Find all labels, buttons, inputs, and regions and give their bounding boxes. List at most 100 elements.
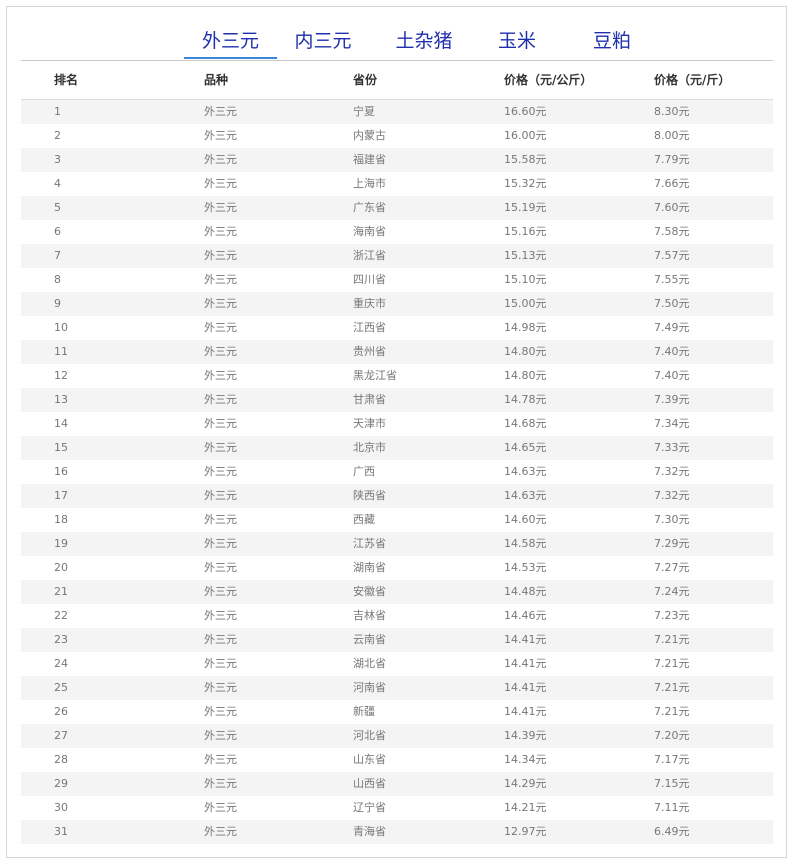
breed-cell: 外三元 xyxy=(204,105,237,118)
price-per-jin-cell: 7.20元 xyxy=(654,729,690,742)
province-cell: 天津市 xyxy=(353,417,386,430)
rank-cell: 23 xyxy=(54,633,68,646)
price-per-jin-cell: 7.23元 xyxy=(654,609,690,622)
table-row: 27 外三元 河北省 14.39元 7.20元 xyxy=(21,724,773,748)
header-province: 省份 xyxy=(353,73,378,87)
header-price-per-jin: 价格（元/斤） xyxy=(654,73,731,87)
table-row: 2 外三元 内蒙古 16.00元 8.00元 xyxy=(21,124,773,148)
tab-tu-za-zhu[interactable]: 土杂猪 xyxy=(379,26,469,59)
price-per-jin-cell: 7.24元 xyxy=(654,585,690,598)
province-cell: 山西省 xyxy=(353,777,386,790)
price-per-jin-cell: 7.21元 xyxy=(654,633,690,646)
table-row: 25 外三元 河南省 14.41元 7.21元 xyxy=(21,676,773,700)
breed-cell: 外三元 xyxy=(204,705,237,718)
price-per-jin-cell: 8.00元 xyxy=(654,129,690,142)
rank-cell: 11 xyxy=(54,345,68,358)
price-per-jin-cell: 7.29元 xyxy=(654,537,690,550)
rank-cell: 13 xyxy=(54,393,68,406)
price-per-jin-cell: 7.34元 xyxy=(654,417,690,430)
table-row: 10 外三元 江西省 14.98元 7.49元 xyxy=(21,316,773,340)
rank-cell: 5 xyxy=(54,201,61,214)
price-per-jin-cell: 7.32元 xyxy=(654,489,690,502)
province-cell: 新疆 xyxy=(353,705,375,718)
province-cell: 广东省 xyxy=(353,201,386,214)
price-per-jin-cell: 7.32元 xyxy=(654,465,690,478)
price-per-kg-cell: 14.58元 xyxy=(504,537,547,550)
tab-wai-san-yuan[interactable]: 外三元 xyxy=(184,26,277,59)
tab-dou-po[interactable]: 豆粕 xyxy=(569,26,655,59)
rank-cell: 14 xyxy=(54,417,68,430)
rank-cell: 17 xyxy=(54,489,68,502)
price-per-kg-cell: 14.65元 xyxy=(504,441,547,454)
price-per-kg-cell: 15.32元 xyxy=(504,177,547,190)
rank-cell: 30 xyxy=(54,801,68,814)
province-cell: 山东省 xyxy=(353,753,386,766)
province-cell: 吉林省 xyxy=(353,609,386,622)
header-price-per-kg: 价格（元/公斤） xyxy=(504,73,593,87)
breed-cell: 外三元 xyxy=(204,681,237,694)
breed-cell: 外三元 xyxy=(204,513,237,526)
province-cell: 贵州省 xyxy=(353,345,386,358)
price-per-kg-cell: 14.53元 xyxy=(504,561,547,574)
price-per-jin-cell: 7.15元 xyxy=(654,777,690,790)
province-cell: 内蒙古 xyxy=(353,129,386,142)
price-per-kg-cell: 15.10元 xyxy=(504,273,547,286)
table-row: 1 外三元 宁夏 16.60元 8.30元 xyxy=(21,100,773,124)
rank-cell: 18 xyxy=(54,513,68,526)
table-row: 31 外三元 青海省 12.97元 6.49元 xyxy=(21,820,773,844)
price-per-kg-cell: 15.58元 xyxy=(504,153,547,166)
province-cell: 江西省 xyxy=(353,321,386,334)
price-per-kg-cell: 12.97元 xyxy=(504,825,547,838)
rank-cell: 26 xyxy=(54,705,68,718)
rank-cell: 28 xyxy=(54,753,68,766)
province-cell: 四川省 xyxy=(353,273,386,286)
province-cell: 重庆市 xyxy=(353,297,386,310)
price-per-kg-cell: 14.46元 xyxy=(504,609,547,622)
table-row: 20 外三元 湖南省 14.53元 7.27元 xyxy=(21,556,773,580)
breed-cell: 外三元 xyxy=(204,561,237,574)
breed-cell: 外三元 xyxy=(204,729,237,742)
price-per-kg-cell: 14.80元 xyxy=(504,369,547,382)
table-row: 15 外三元 北京市 14.65元 7.33元 xyxy=(21,436,773,460)
province-cell: 黑龙江省 xyxy=(353,369,397,382)
province-cell: 甘肃省 xyxy=(353,393,386,406)
rank-cell: 4 xyxy=(54,177,61,190)
price-per-jin-cell: 7.57元 xyxy=(654,249,690,262)
province-cell: 广西 xyxy=(353,465,375,478)
table-row: 28 外三元 山东省 14.34元 7.17元 xyxy=(21,748,773,772)
tab-yu-mi[interactable]: 玉米 xyxy=(477,26,557,59)
province-cell: 陕西省 xyxy=(353,489,386,502)
breed-cell: 外三元 xyxy=(204,777,237,790)
table-row: 30 外三元 辽宁省 14.21元 7.11元 xyxy=(21,796,773,820)
breed-cell: 外三元 xyxy=(204,489,237,502)
table-row: 18 外三元 西藏 14.60元 7.30元 xyxy=(21,508,773,532)
province-cell: 宁夏 xyxy=(353,105,375,118)
price-per-jin-cell: 7.39元 xyxy=(654,393,690,406)
table-row: 5 外三元 广东省 15.19元 7.60元 xyxy=(21,196,773,220)
table-row: 22 外三元 吉林省 14.46元 7.23元 xyxy=(21,604,773,628)
price-ranking-panel: 外三元 内三元 土杂猪 玉米 豆粕 排名 品种 省份 价格（元/公斤） 价格（元… xyxy=(6,6,787,858)
price-per-kg-cell: 14.63元 xyxy=(504,465,547,478)
price-per-jin-cell: 7.30元 xyxy=(654,513,690,526)
table-row: 17 外三元 陕西省 14.63元 7.32元 xyxy=(21,484,773,508)
breed-cell: 外三元 xyxy=(204,321,237,334)
price-per-kg-cell: 14.39元 xyxy=(504,729,547,742)
price-per-jin-cell: 7.60元 xyxy=(654,201,690,214)
table-row: 6 外三元 海南省 15.16元 7.58元 xyxy=(21,220,773,244)
breed-cell: 外三元 xyxy=(204,249,237,262)
breed-cell: 外三元 xyxy=(204,393,237,406)
tab-nei-san-yuan[interactable]: 内三元 xyxy=(285,26,361,59)
price-per-jin-cell: 7.33元 xyxy=(654,441,690,454)
table-row: 14 外三元 天津市 14.68元 7.34元 xyxy=(21,412,773,436)
header-breed: 品种 xyxy=(204,73,229,87)
price-per-kg-cell: 14.60元 xyxy=(504,513,547,526)
price-per-jin-cell: 7.66元 xyxy=(654,177,690,190)
rank-cell: 10 xyxy=(54,321,68,334)
category-tabs: 外三元 内三元 土杂猪 玉米 豆粕 xyxy=(21,7,773,61)
price-per-jin-cell: 6.49元 xyxy=(654,825,690,838)
price-per-jin-cell: 7.21元 xyxy=(654,705,690,718)
rank-cell: 7 xyxy=(54,249,61,262)
rank-cell: 3 xyxy=(54,153,61,166)
table-row: 7 外三元 浙江省 15.13元 7.57元 xyxy=(21,244,773,268)
rank-cell: 16 xyxy=(54,465,68,478)
